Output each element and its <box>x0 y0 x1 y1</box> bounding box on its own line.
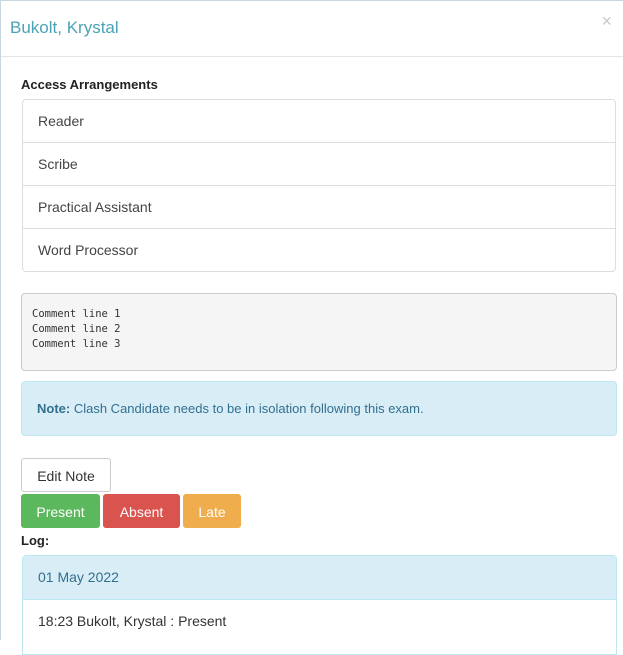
list-item: Practical Assistant <box>23 186 615 229</box>
list-item: Word Processor <box>38 242 139 258</box>
note-alert: Note: Clash Candidate needs to be in iso… <box>21 381 617 436</box>
access-arrangements-label: Access Arrangements <box>21 77 158 92</box>
comment-line: Comment line 2 <box>32 323 121 335</box>
list-item: Scribe <box>23 143 615 186</box>
close-icon[interactable]: × <box>601 12 612 30</box>
present-button[interactable]: Present <box>21 494 100 528</box>
candidate-modal: Bukolt, Krystal × Access Arrangements Re… <box>0 0 623 655</box>
access-arrangements-list: Reader Scribe Practical Assistant Word P… <box>22 99 616 272</box>
comment-box: Comment line 1 Comment line 2 Comment li… <box>21 293 617 371</box>
comment-line: Comment line 3 <box>32 338 121 350</box>
log-entry: 18:23 Bukolt, Krystal : Present <box>38 613 227 629</box>
modal-header: Bukolt, Krystal × <box>1 1 623 57</box>
log-label: Log: <box>21 533 50 548</box>
list-item: Reader <box>23 100 615 143</box>
comment-line: Comment line 1 <box>32 308 121 320</box>
edit-note-button[interactable]: Edit Note <box>21 458 111 492</box>
modal-title: Bukolt, Krystal <box>10 18 119 37</box>
note-text: Clash Candidate needs to be in isolation… <box>70 401 424 416</box>
note-label: Note: <box>37 401 71 416</box>
log-date-heading: 01 May 2022 <box>23 556 616 600</box>
absent-button[interactable]: Absent <box>103 494 180 528</box>
log-panel: 01 May 2022 18:23 Bukolt, Krystal : Pres… <box>22 555 617 655</box>
late-button[interactable]: Late <box>183 494 241 528</box>
